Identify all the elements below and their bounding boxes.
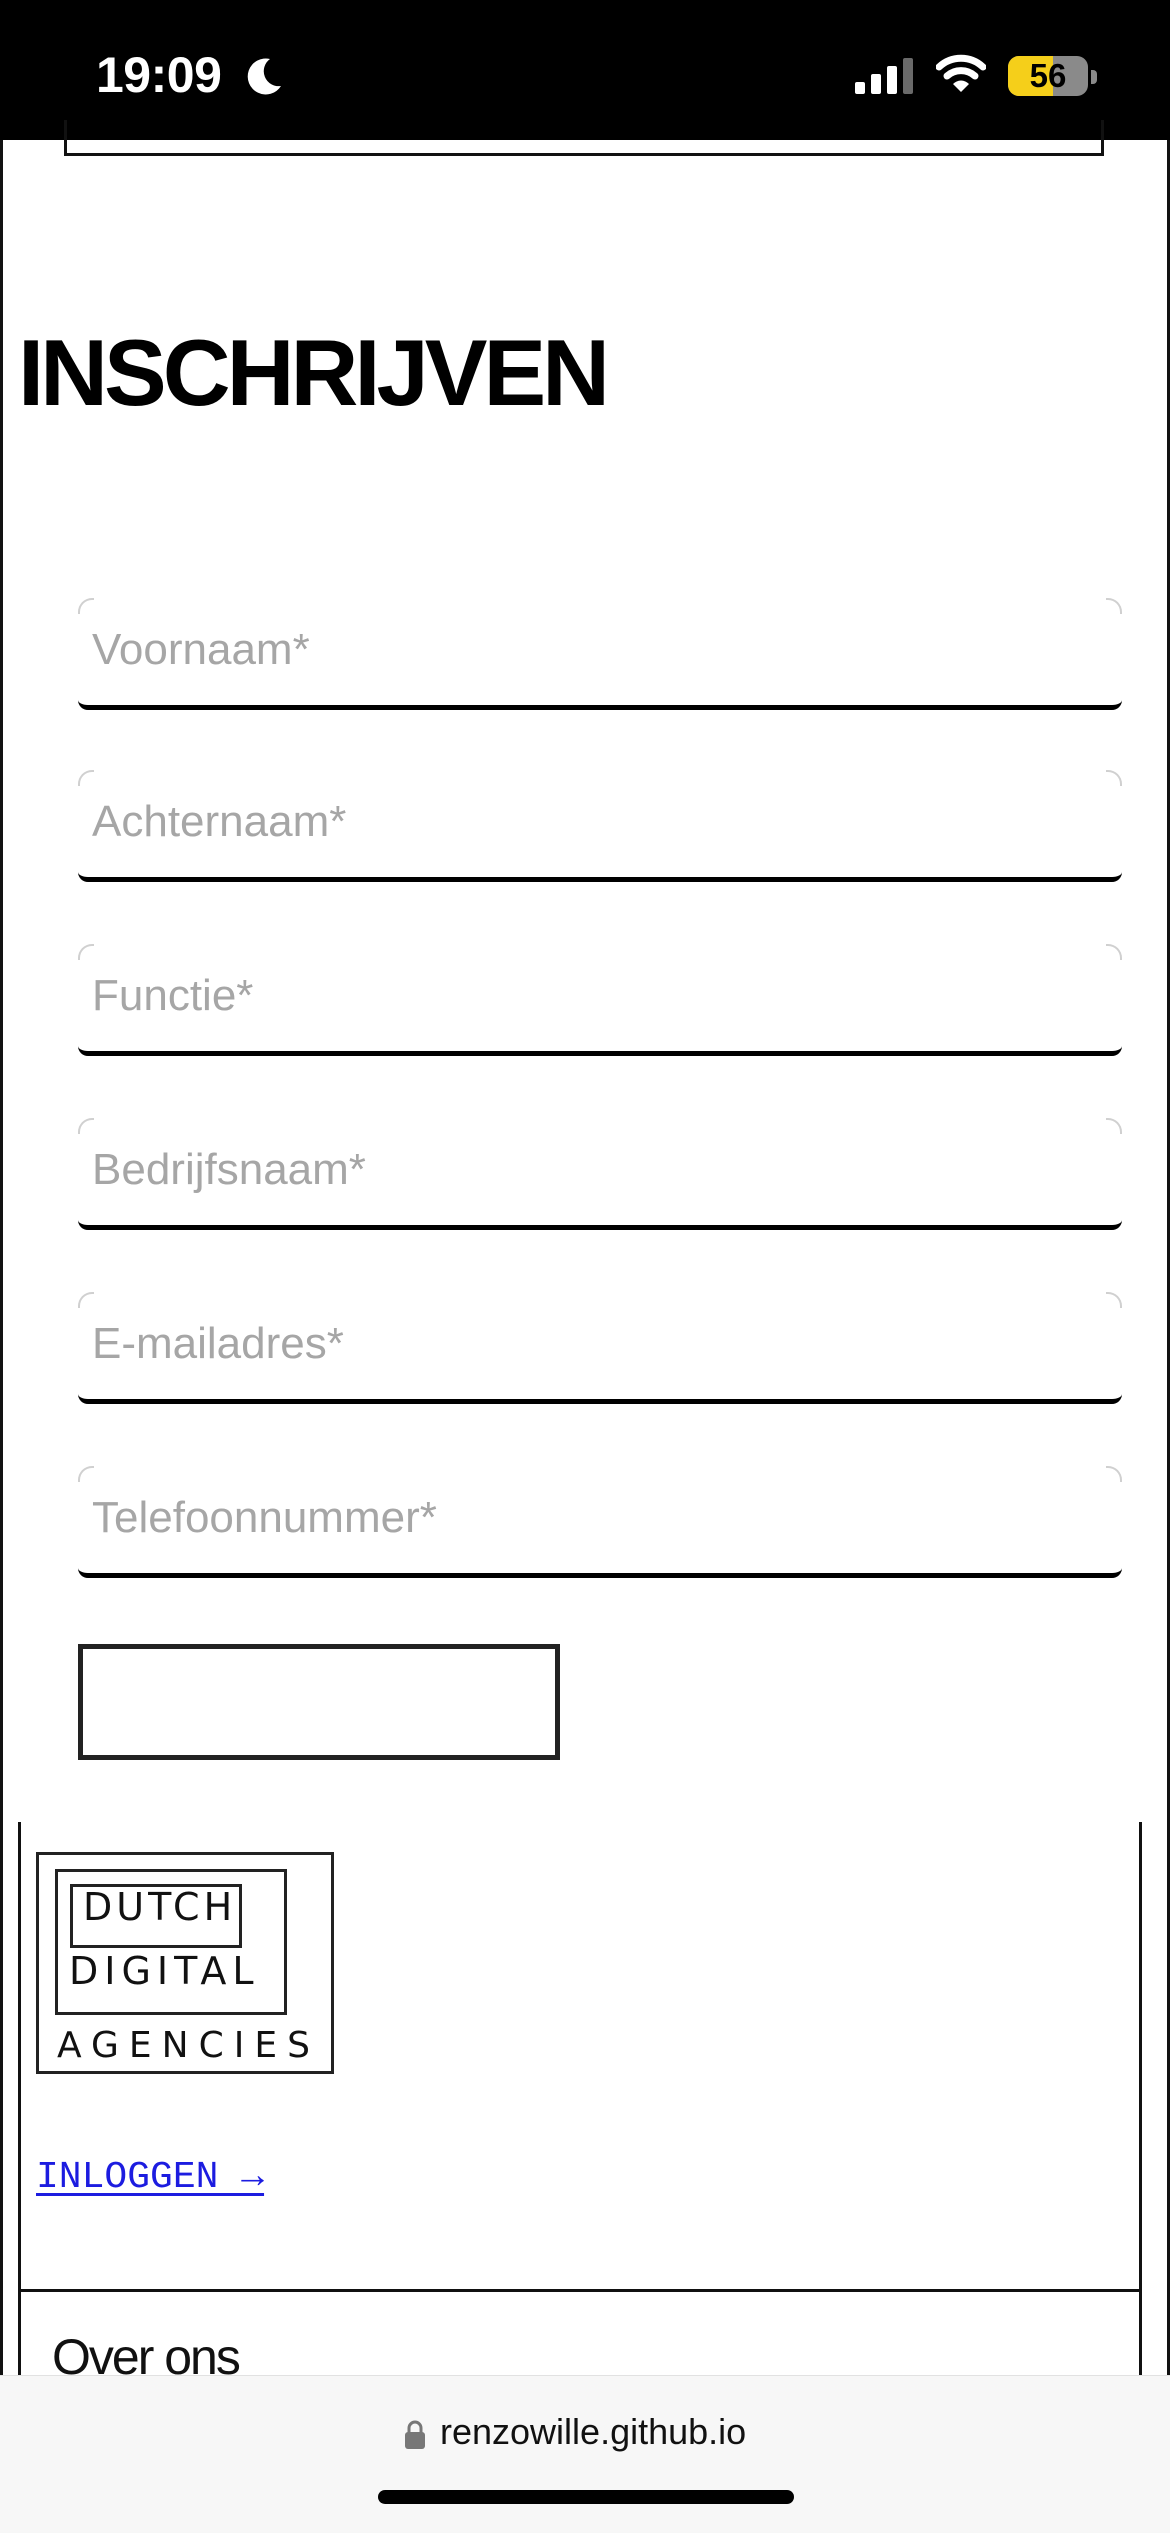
page-title: INSCHRIJVEN <box>18 320 610 425</box>
battery-percentage: 56 <box>1029 57 1067 94</box>
battery-tip <box>1091 70 1097 84</box>
wifi-icon <box>936 54 986 92</box>
email-input[interactable] <box>92 1292 1102 1396</box>
company-name-input[interactable] <box>92 1118 1102 1222</box>
status-time: 19:09 <box>96 47 222 103</box>
lock-icon <box>405 2420 425 2449</box>
url-text[interactable]: renzowille.github.io <box>440 2411 746 2453</box>
browser-address-bar[interactable] <box>0 2375 1170 2533</box>
status-bar: 19:09 56 <box>0 0 1170 140</box>
dutch-digital-agencies-logo: DUTCH DIGITAL AGENCIES <box>36 1852 334 2074</box>
page-border-left <box>0 140 3 2375</box>
job-title-field <box>78 944 1122 1056</box>
phone-field <box>78 1466 1122 1578</box>
logo-line-3: AGENCIES <box>57 2025 320 2066</box>
home-indicator[interactable] <box>378 2490 794 2504</box>
login-link[interactable]: INLOGGEN → <box>36 2156 264 2199</box>
logo-line-1: DUTCH <box>83 1885 237 1929</box>
phone-input[interactable] <box>92 1466 1102 1570</box>
battery-icon: 56 <box>1008 56 1088 96</box>
first-name-field <box>78 598 1122 710</box>
previous-section-box <box>64 120 1104 156</box>
company-name-field <box>78 1118 1122 1230</box>
moon-icon <box>247 58 281 95</box>
email-field <box>78 1292 1122 1404</box>
last-name-field <box>78 770 1122 882</box>
cellular-signal-icon <box>855 58 913 94</box>
submit-button[interactable] <box>78 1644 560 1760</box>
logo-line-2: DIGITAL <box>69 1949 260 1993</box>
first-name-input[interactable] <box>92 598 1102 702</box>
job-title-input[interactable] <box>92 944 1102 1048</box>
last-name-input[interactable] <box>92 770 1102 874</box>
